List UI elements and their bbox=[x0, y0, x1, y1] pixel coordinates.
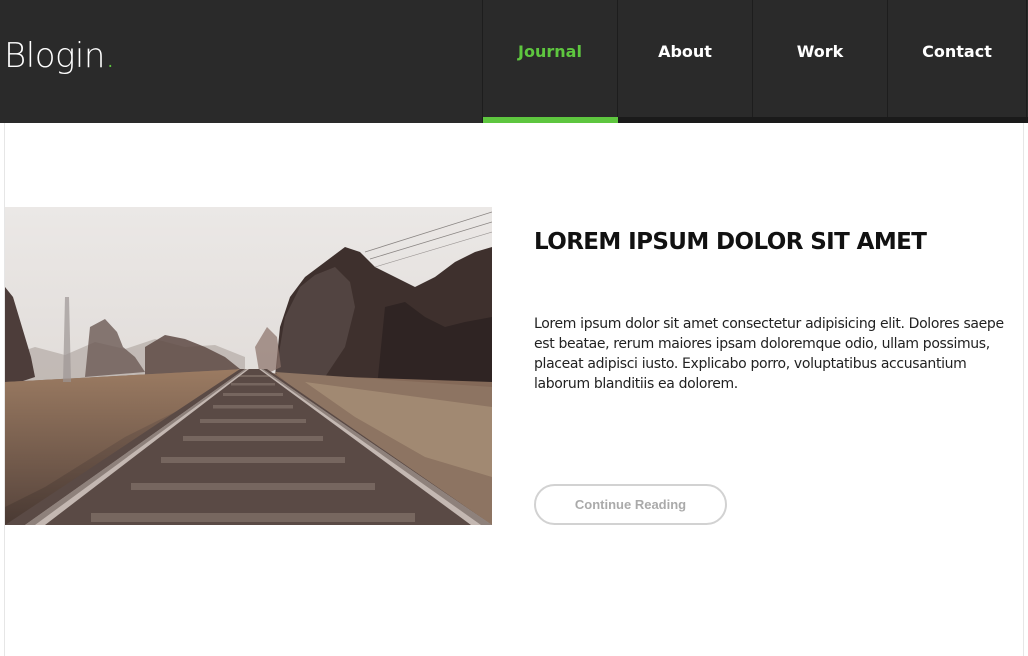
logo-dot: . bbox=[104, 36, 116, 76]
logo-text: Blogin bbox=[4, 36, 105, 76]
nav-item-contact[interactable]: Contact bbox=[887, 0, 1027, 117]
railway-tracks-photo bbox=[5, 207, 492, 525]
post-title[interactable]: LOREM IPSUM DOLOR SIT AMET bbox=[534, 225, 1004, 259]
site-logo[interactable]: Blogin. bbox=[4, 34, 116, 78]
main-nav: Journal About Work Contact bbox=[482, 0, 1028, 123]
post-featured-image[interactable] bbox=[5, 207, 492, 525]
post-excerpt: Lorem ipsum dolor sit amet consectetur a… bbox=[534, 316, 1004, 392]
continue-reading-button[interactable]: Continue Reading bbox=[534, 484, 727, 525]
nav-item-work[interactable]: Work bbox=[752, 0, 887, 117]
nav-item-about[interactable]: About bbox=[617, 0, 752, 117]
nav-item-journal[interactable]: Journal bbox=[482, 0, 617, 117]
